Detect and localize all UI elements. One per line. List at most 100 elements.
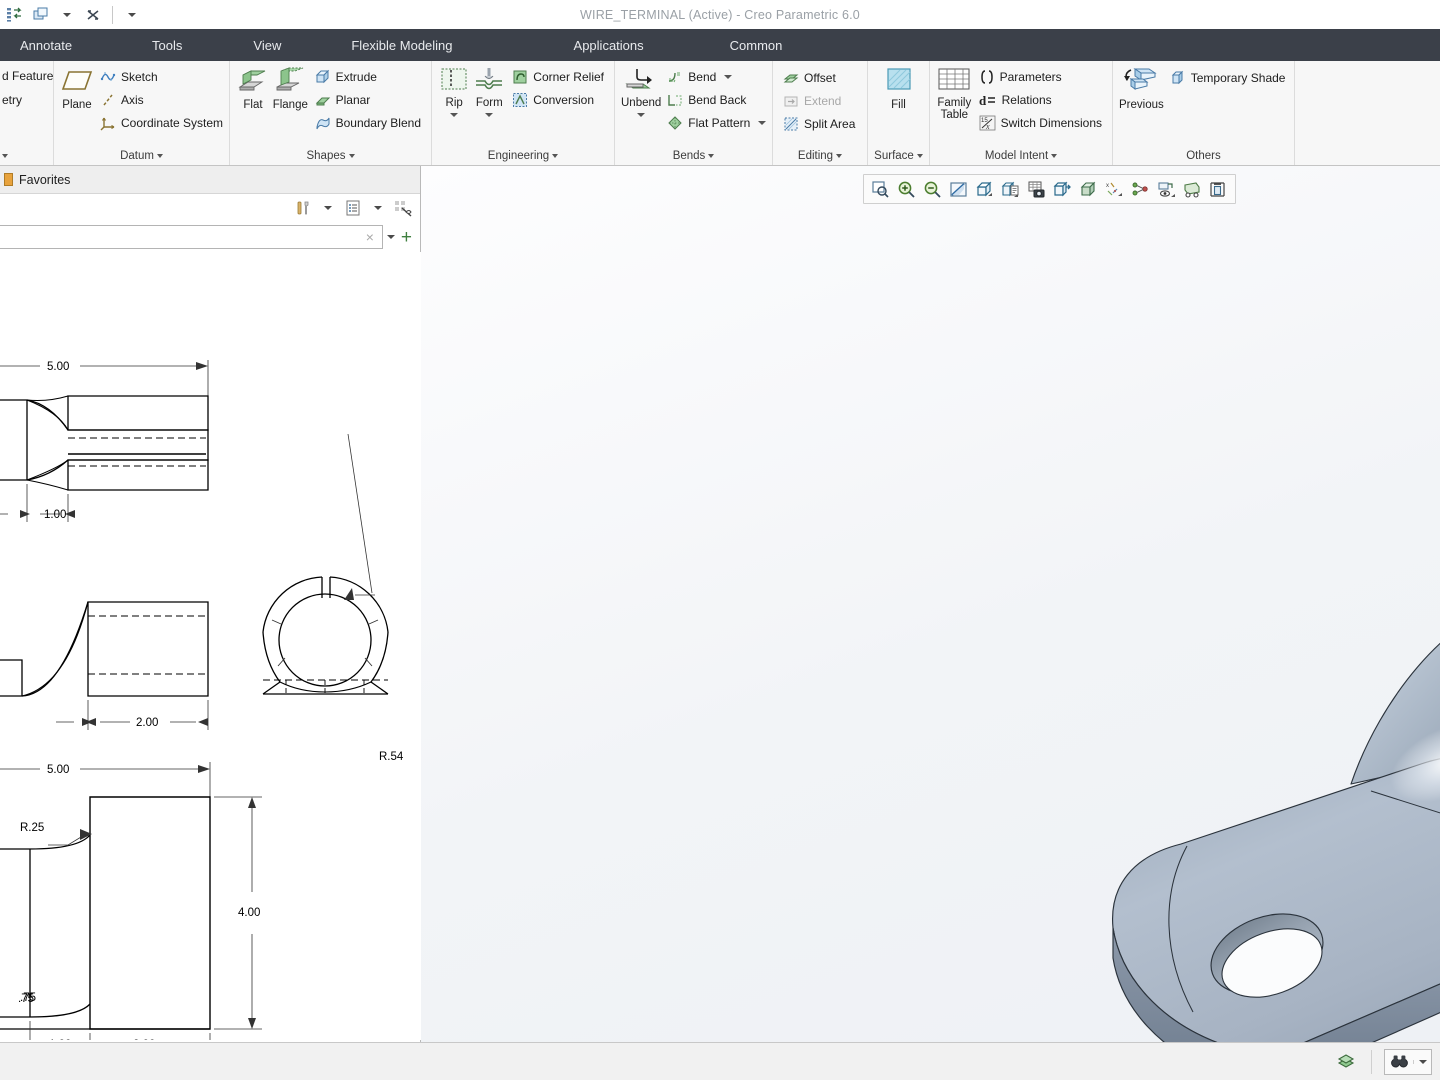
switch-dimensions-button[interactable]: 15 x Switch Dimensions bbox=[975, 112, 1106, 134]
offset-button[interactable]: Offset bbox=[779, 67, 859, 89]
menu-item-applications[interactable]: Applications bbox=[560, 29, 658, 61]
ribbon-group-engineering-label[interactable]: Engineering bbox=[438, 147, 608, 165]
perspective-icon[interactable] bbox=[1180, 177, 1204, 201]
chevron-down-icon bbox=[348, 154, 355, 158]
favorites-label[interactable]: Favorites bbox=[19, 173, 70, 187]
list-icon[interactable] bbox=[342, 197, 364, 219]
datum-display-icon[interactable]: x bbox=[1102, 177, 1126, 201]
clipped-item-feature[interactable]: d Feature bbox=[2, 65, 57, 87]
view-manager-icon[interactable] bbox=[1024, 177, 1048, 201]
family-table-button[interactable]: Family Table bbox=[936, 65, 973, 121]
clear-search-icon[interactable]: × bbox=[362, 229, 378, 245]
zoom-out-icon[interactable] bbox=[921, 177, 945, 201]
split-area-label: Split Area bbox=[804, 117, 856, 131]
chevron-down-icon[interactable] bbox=[637, 113, 646, 118]
chevron-down-icon[interactable] bbox=[367, 197, 389, 219]
conversion-button[interactable]: Conversion bbox=[508, 89, 608, 111]
find-icon[interactable] bbox=[1385, 1054, 1413, 1069]
menu-item-common[interactable]: Common bbox=[716, 29, 797, 61]
svg-text:d: d bbox=[979, 93, 987, 108]
relations-button[interactable]: d Relations bbox=[975, 89, 1106, 111]
ribbon-group-model-intent-label[interactable]: Model Intent bbox=[936, 147, 1106, 165]
window-icon[interactable] bbox=[29, 3, 53, 27]
filter-off-icon[interactable] bbox=[392, 197, 414, 219]
fill-icon bbox=[886, 68, 911, 90]
temporary-shade-label: Temporary Shade bbox=[1190, 71, 1286, 85]
ribbon-group-shapes-label[interactable]: Shapes bbox=[236, 147, 425, 165]
ribbon-group-datum-label[interactable]: Datum bbox=[60, 147, 223, 165]
bottom-profile-view: 5.00 .75 4.00 bbox=[0, 762, 262, 1040]
spin-center-icon[interactable] bbox=[1154, 177, 1178, 201]
svg-text:2.00: 2.00 bbox=[136, 717, 158, 729]
search-dropdown-icon[interactable] bbox=[386, 235, 395, 239]
form-button[interactable]: Form bbox=[472, 65, 506, 118]
flat-pattern-button[interactable]: Flat Pattern bbox=[663, 112, 770, 134]
chevron-down-icon bbox=[836, 154, 843, 158]
zoom-in-icon[interactable] bbox=[895, 177, 919, 201]
close-icon[interactable] bbox=[81, 3, 105, 27]
bend-back-button[interactable]: Bend Back bbox=[663, 89, 770, 111]
fill-button[interactable]: Fill bbox=[876, 65, 922, 112]
regenerate-icon[interactable] bbox=[3, 3, 27, 27]
sketch-label: Sketch bbox=[121, 70, 158, 84]
ribbon-group-datum: Plane Sketch Axis Coordinate System Datu… bbox=[54, 61, 230, 165]
menu-item-tools[interactable]: Tools bbox=[138, 29, 196, 61]
layer-icon[interactable] bbox=[1050, 177, 1074, 201]
ribbon-group-others: Previous Temporary Shade Others bbox=[1113, 61, 1295, 165]
split-area-button[interactable]: Split Area bbox=[779, 113, 859, 135]
drawing-area[interactable]: 5.00 1.00 2.00 R.54 5.00 .75 4.00 .75 R.… bbox=[0, 252, 421, 1040]
tools-icon[interactable] bbox=[292, 197, 314, 219]
plane-button[interactable]: Plane bbox=[60, 65, 94, 112]
appearance-gallery-icon[interactable] bbox=[1206, 177, 1230, 201]
extrude-button[interactable]: Extrude bbox=[311, 66, 425, 88]
search-input[interactable]: × bbox=[0, 225, 383, 249]
menu-item-view[interactable]: View bbox=[239, 29, 295, 61]
svg-text:2.00: 2.00 bbox=[133, 1039, 155, 1040]
axis-button[interactable]: Axis bbox=[96, 89, 227, 111]
temporary-shade-button[interactable]: Temporary Shade bbox=[1166, 67, 1290, 89]
parameters-button[interactable]: Parameters bbox=[975, 66, 1106, 88]
menu-item-annotate[interactable]: Annotate bbox=[0, 29, 86, 61]
unbend-button[interactable]: Unbend bbox=[621, 65, 661, 118]
chevron-down-icon[interactable] bbox=[758, 121, 767, 125]
previous-button[interactable]: Previous bbox=[1119, 65, 1164, 112]
flange-label: Flange bbox=[272, 99, 308, 111]
rip-button[interactable]: Rip bbox=[438, 65, 470, 118]
zoom-box-icon[interactable] bbox=[869, 177, 893, 201]
sketch-button[interactable]: Sketch bbox=[96, 66, 227, 88]
ribbon-group-bends-label[interactable]: Bends bbox=[621, 147, 766, 165]
corner-relief-button[interactable]: Corner Relief bbox=[508, 66, 608, 88]
form-label: Form bbox=[475, 97, 503, 109]
clipped-item-geometry[interactable]: etry bbox=[2, 89, 26, 111]
find-control[interactable] bbox=[1384, 1048, 1432, 1075]
chevron-down-icon[interactable] bbox=[55, 3, 79, 27]
saved-views-icon[interactable] bbox=[999, 177, 1023, 201]
ribbon-group-engineering: Rip Form Corner Relief Conversion Engine… bbox=[432, 61, 615, 165]
chevron-down-icon[interactable] bbox=[724, 75, 733, 79]
flat-button[interactable]: Flat bbox=[236, 65, 270, 112]
bend-label: Bend bbox=[688, 70, 717, 84]
ribbon-group-editing-label[interactable]: Editing bbox=[779, 147, 861, 165]
search-field[interactable] bbox=[1, 230, 362, 244]
refit-icon[interactable] bbox=[947, 177, 971, 201]
flange-button[interactable]: Flange bbox=[272, 65, 309, 112]
planar-button[interactable]: Planar bbox=[311, 89, 425, 111]
coordinate-system-button[interactable]: Coordinate System bbox=[96, 112, 227, 134]
graphics-viewport[interactable]: x bbox=[421, 166, 1440, 1042]
ribbon-group-model-label[interactable] bbox=[0, 147, 47, 165]
panel-toolbar bbox=[0, 194, 420, 222]
find-dropdown-icon[interactable] bbox=[1413, 1059, 1431, 1064]
layers-icon[interactable] bbox=[1333, 1049, 1359, 1075]
annotation-display-icon[interactable] bbox=[1128, 177, 1152, 201]
reorient-icon[interactable] bbox=[973, 177, 997, 201]
ribbon-group-surface-label[interactable]: Surface bbox=[874, 147, 923, 165]
add-search-icon[interactable]: + bbox=[399, 228, 414, 247]
chevron-down-icon[interactable] bbox=[450, 113, 459, 118]
display-style-icon[interactable] bbox=[1076, 177, 1100, 201]
menu-item-flexible-modeling[interactable]: Flexible Modeling bbox=[337, 29, 466, 61]
boundary-blend-button[interactable]: Boundary Blend bbox=[311, 112, 425, 134]
chevron-down-icon[interactable] bbox=[317, 197, 339, 219]
bend-button[interactable]: Bend bbox=[663, 66, 770, 88]
customize-icon[interactable] bbox=[120, 3, 144, 27]
chevron-down-icon[interactable] bbox=[485, 113, 494, 118]
